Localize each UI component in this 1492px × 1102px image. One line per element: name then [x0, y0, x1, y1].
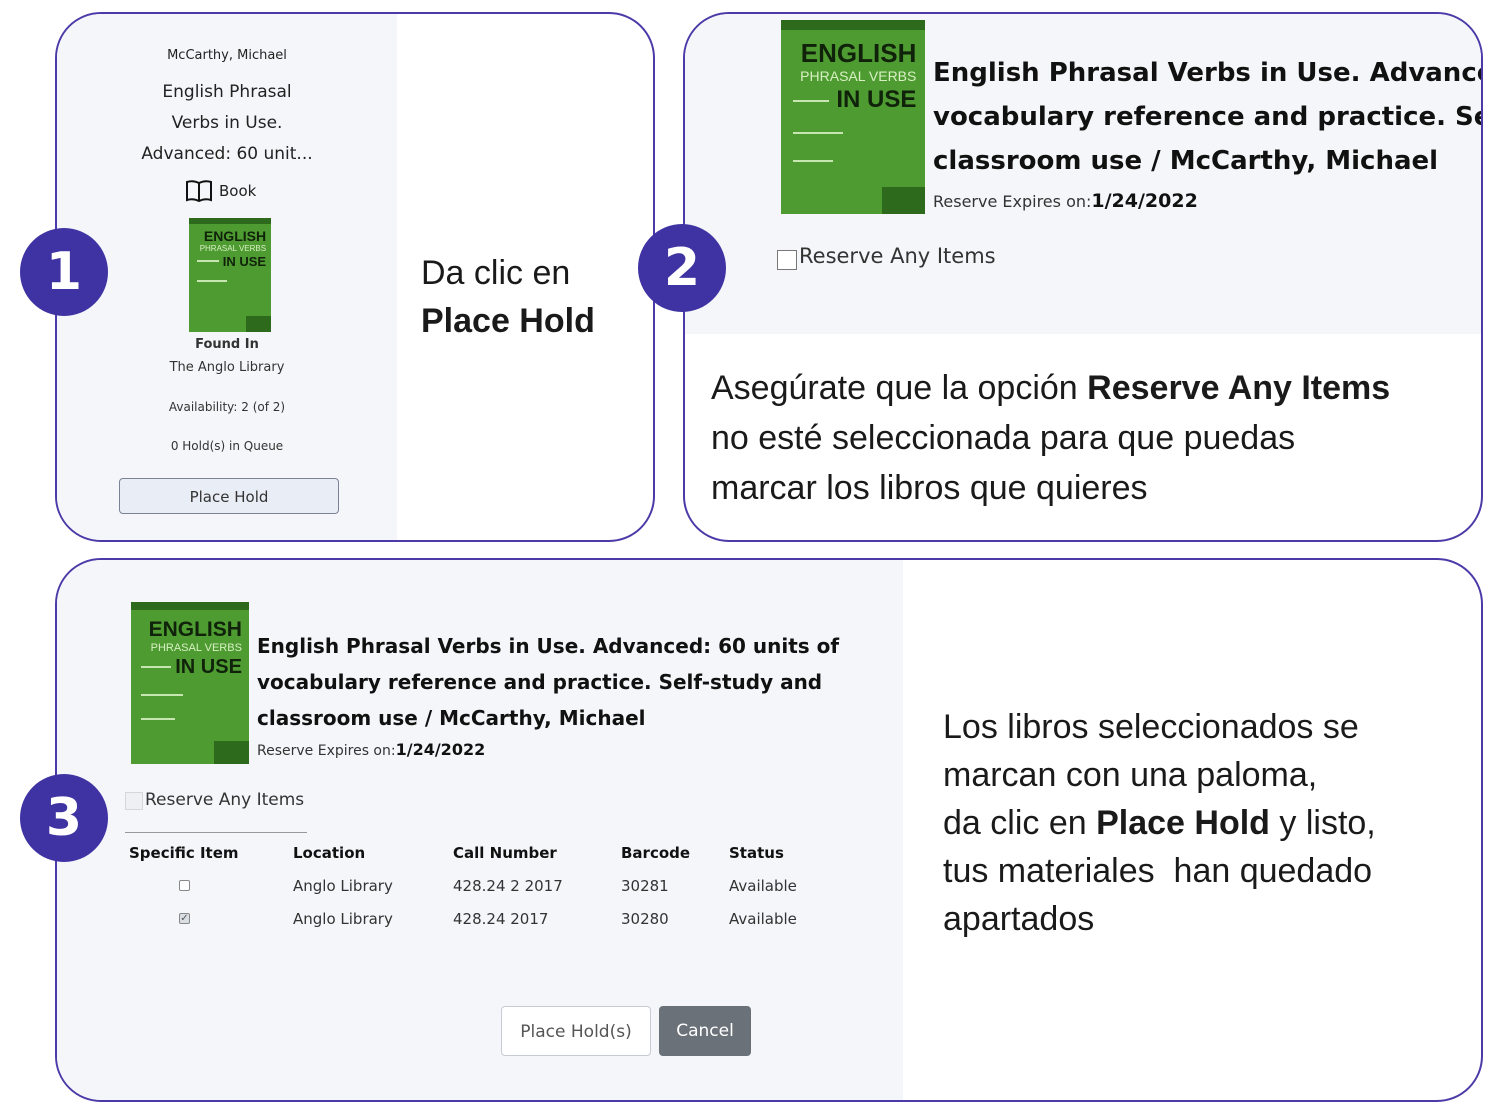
- row-1-barcode: 30281: [621, 877, 669, 895]
- cover-english: ENGLISH: [203, 228, 267, 244]
- step-1-badge: 1: [20, 228, 108, 316]
- row-2-checkbox[interactable]: ✓: [179, 913, 190, 924]
- holds-queue-label: 0 Hold(s) in Queue: [170, 439, 284, 453]
- step3-instruction-bold: Place Hold: [1096, 804, 1270, 842]
- step2-panel: ENGLISH PHRASAL VERBS IN USE English Phr…: [683, 12, 1483, 542]
- step3-instruction-post: y listo,: [1269, 804, 1376, 842]
- author-label: McCarthy, Michael: [167, 48, 287, 63]
- step3-instruction-line2: marcan con una paloma,: [943, 756, 1318, 794]
- row-2-location: Anglo Library: [293, 910, 393, 928]
- step2-instruction-pre: Asegúrate que la opción: [711, 369, 1088, 407]
- step1-screenshot: McCarthy, Michael English Phrasal Verbs …: [57, 14, 397, 540]
- reserve-expires-row: Reserve Expires on:1/24/2022: [933, 190, 1198, 212]
- table-divider: [125, 832, 307, 833]
- row-1-location: Anglo Library: [293, 877, 393, 895]
- step3-panel: ENGLISH PHRASAL VERBS IN USE English Phr…: [55, 558, 1483, 1102]
- title-line-2[interactable]: vocabulary reference and practice. Self-…: [933, 102, 1481, 132]
- step3-instruction-pre: da clic en: [943, 804, 1097, 842]
- title-line-1[interactable]: English Phrasal: [57, 82, 397, 102]
- step3-screenshot: ENGLISH PHRASAL VERBS IN USE English Phr…: [57, 560, 903, 1100]
- step3-instruction-line5: apartados: [943, 900, 1095, 938]
- step1-panel: McCarthy, Michael English Phrasal Verbs …: [55, 12, 655, 542]
- cover-in-use: IN USE: [175, 656, 242, 678]
- reserve-expires-row: Reserve Expires on:1/24/2022: [257, 740, 485, 760]
- step2-instruction-line1: Asegúrate que la opción Reserve Any Item…: [711, 369, 1390, 408]
- title-line-1[interactable]: English Phrasal Verbs in Use. Advanced: …: [257, 634, 839, 658]
- header-specific-item: Specific Item: [129, 844, 239, 862]
- cover-phrasal-verbs: PHRASAL VERBS: [150, 642, 242, 654]
- step2-screenshot: ENGLISH PHRASAL VERBS IN USE English Phr…: [685, 14, 1481, 334]
- book-cover[interactable]: ENGLISH PHRASAL VERBS IN USE: [131, 602, 249, 764]
- step1-instruction-line1: Da clic en: [421, 254, 571, 292]
- header-location: Location: [293, 844, 366, 862]
- row-2-call-number: 428.24 2017: [453, 910, 549, 928]
- step3-instruction-line1: Los libros seleccionados se: [943, 708, 1359, 746]
- library-name: The Anglo Library: [169, 360, 285, 375]
- book-icon: [185, 179, 213, 203]
- book-cover[interactable]: ENGLISH PHRASAL VERBS IN USE: [781, 20, 925, 214]
- header-status: Status: [729, 844, 784, 862]
- header-call-number: Call Number: [453, 844, 557, 862]
- reserve-expires-label: Reserve Expires on:: [933, 192, 1092, 211]
- step2-instruction-line2: no esté seleccionada para que puedas: [711, 419, 1296, 457]
- reserve-any-items-checkbox[interactable]: [125, 792, 143, 810]
- book-cover[interactable]: ENGLISH PHRASAL VERBS IN USE: [189, 218, 271, 332]
- title-line-3[interactable]: classroom use / McCarthy, Michael: [933, 146, 1438, 176]
- row-1-status: Available: [729, 877, 797, 895]
- cover-in-use: IN USE: [222, 254, 267, 269]
- reserve-expires-date: 1/24/2022: [1091, 190, 1198, 212]
- step1-instruction-bold: Place Hold: [421, 302, 595, 340]
- step-2-badge: 2: [638, 224, 726, 312]
- format-row: Book: [185, 177, 256, 205]
- step3-instruction-line4: tus materiales han quedado: [943, 852, 1373, 890]
- header-barcode: Barcode: [621, 844, 691, 862]
- cover-english: ENGLISH: [148, 618, 242, 641]
- row-2-barcode: 30280: [621, 910, 669, 928]
- title-line-1[interactable]: English Phrasal Verbs in Use. Advanced:: [933, 58, 1481, 88]
- step3-instruction-line3: da clic en Place Hold y listo,: [943, 804, 1376, 843]
- reserve-any-items-label[interactable]: Reserve Any Items: [799, 244, 996, 268]
- cancel-button[interactable]: Cancel: [659, 1006, 751, 1056]
- title-line-2[interactable]: vocabulary reference and practice. Self-…: [257, 670, 822, 694]
- title-line-3[interactable]: classroom use / McCarthy, Michael: [257, 706, 646, 730]
- reserve-any-items-checkbox[interactable]: [777, 250, 797, 270]
- step2-instruction-bold: Reserve Any Items: [1087, 369, 1391, 407]
- row-2-status: Available: [729, 910, 797, 928]
- cover-english: ENGLISH: [800, 38, 917, 68]
- availability-label: Availability: 2 (of 2): [168, 400, 286, 414]
- title-line-3[interactable]: Advanced: 60 unit...: [57, 144, 397, 164]
- row-1-checkbox[interactable]: [179, 880, 190, 891]
- step-3-badge: 3: [20, 774, 108, 862]
- format-label: Book: [219, 182, 257, 200]
- cover-in-use: IN USE: [836, 86, 917, 113]
- reserve-expires-date: 1/24/2022: [395, 740, 486, 759]
- step2-instruction-line3: marcar los libros que quieres: [711, 469, 1148, 507]
- reserve-expires-label: Reserve Expires on:: [257, 743, 396, 759]
- cover-phrasal-verbs: PHRASAL VERBS: [800, 68, 917, 84]
- reserve-any-items-label[interactable]: Reserve Any Items: [145, 790, 304, 810]
- place-holds-button[interactable]: Place Hold(s): [501, 1006, 651, 1056]
- place-hold-button[interactable]: Place Hold: [119, 478, 339, 514]
- found-in-label: Found In: [195, 337, 259, 352]
- cover-phrasal-verbs: PHRASAL VERBS: [199, 244, 267, 253]
- title-line-2[interactable]: Verbs in Use.: [57, 113, 397, 133]
- row-1-call-number: 428.24 2 2017: [453, 877, 563, 895]
